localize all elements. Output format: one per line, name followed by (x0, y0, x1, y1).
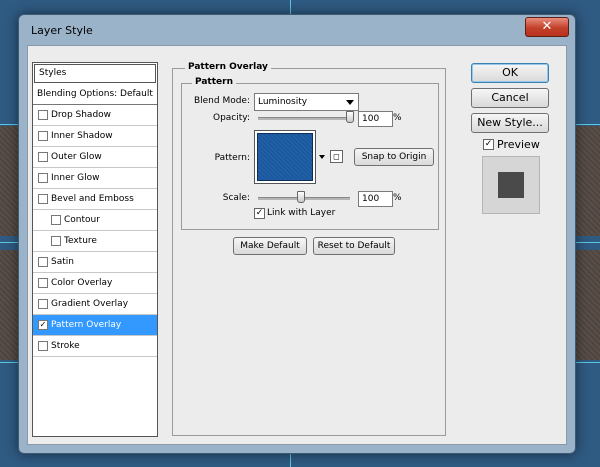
style-item-checkbox[interactable] (38, 152, 48, 162)
make-default-button[interactable]: Make Default (233, 237, 307, 255)
style-item-checkbox[interactable] (38, 173, 48, 183)
preview-checkbox[interactable]: ✓ (483, 139, 494, 150)
style-item-label: Stroke (51, 341, 80, 351)
pattern-label: Pattern: (214, 153, 250, 163)
style-item-outer-glow[interactable]: Outer Glow (33, 147, 157, 168)
new-preset-icon[interactable]: ◻ (330, 150, 343, 163)
style-item-color-overlay[interactable]: Color Overlay (33, 273, 157, 294)
style-item-contour[interactable]: Contour (33, 210, 157, 231)
style-item-inner-shadow[interactable]: Inner Shadow (33, 126, 157, 147)
style-item-checkbox[interactable] (38, 278, 48, 288)
opacity-input[interactable]: 100 (358, 111, 393, 127)
pattern-overlay-group-title: Pattern Overlay (185, 62, 271, 72)
style-item-checkbox[interactable] (38, 341, 48, 351)
style-item-label: Inner Glow (51, 173, 100, 183)
styles-list-panel: Styles Blending Options: Default Drop Sh… (32, 62, 158, 437)
blend-mode-value: Luminosity (258, 97, 308, 107)
style-item-checkbox[interactable] (38, 110, 48, 120)
scale-slider-thumb[interactable] (297, 191, 306, 203)
link-with-layer-checkbox[interactable]: ✓ (254, 208, 265, 219)
opacity-unit: % (393, 113, 402, 123)
chevron-down-icon (346, 100, 354, 105)
style-item-inner-glow[interactable]: Inner Glow (33, 168, 157, 189)
new-style-button[interactable]: New Style... (471, 113, 549, 133)
style-item-label: Outer Glow (51, 152, 102, 162)
opacity-slider-track[interactable] (258, 117, 350, 120)
ok-button[interactable]: OK (471, 63, 549, 83)
style-item-checkbox[interactable] (51, 236, 61, 246)
scale-label: Scale: (222, 193, 250, 203)
pattern-dropdown-arrow-icon[interactable] (319, 155, 325, 159)
blend-mode-select[interactable]: Luminosity (254, 93, 359, 111)
style-item-label: Pattern Overlay (51, 320, 122, 330)
style-item-label: Gradient Overlay (51, 299, 129, 309)
reset-to-default-button[interactable]: Reset to Default (313, 237, 395, 255)
style-item-label: Texture (64, 236, 97, 246)
style-item-checkbox[interactable] (38, 257, 48, 267)
pattern-overlay-group: Pattern Overlay Pattern Blend Mode: Lumi… (172, 62, 446, 436)
scale-input[interactable]: 100 (358, 191, 393, 207)
blending-options-item[interactable]: Blending Options: Default (33, 84, 157, 105)
opacity-slider-thumb[interactable] (346, 111, 354, 123)
style-preview (482, 156, 540, 214)
scale-unit: % (393, 193, 402, 203)
style-item-satin[interactable]: Satin (33, 252, 157, 273)
style-item-label: Color Overlay (51, 278, 113, 288)
dialog-client-area: Styles Blending Options: Default Drop Sh… (27, 45, 567, 445)
link-with-layer-label[interactable]: Link with Layer (267, 208, 335, 218)
preview-label[interactable]: Preview (497, 138, 540, 151)
cancel-button[interactable]: Cancel (471, 88, 549, 108)
style-item-gradient-overlay[interactable]: Gradient Overlay (33, 294, 157, 315)
blend-mode-label: Blend Mode: (193, 96, 250, 106)
style-item-label: Bevel and Emboss (51, 194, 134, 204)
layer-style-dialog: Layer Style ✕ Styles Blending Options: D… (18, 14, 576, 454)
pattern-picker-swatch[interactable] (254, 130, 316, 184)
styles-header[interactable]: Styles (34, 64, 156, 83)
opacity-label: Opacity: (213, 113, 250, 123)
style-item-checkbox[interactable] (38, 194, 48, 204)
dialog-title: Layer Style (31, 24, 93, 37)
title-bar[interactable]: Layer Style ✕ (19, 15, 575, 45)
style-item-checkbox[interactable] (51, 215, 61, 225)
pattern-preview (257, 133, 313, 181)
style-item-label: Inner Shadow (51, 131, 113, 141)
style-item-pattern-overlay[interactable]: ✓ Pattern Overlay (33, 315, 157, 336)
style-item-drop-shadow[interactable]: Drop Shadow (33, 105, 157, 126)
style-item-label: Drop Shadow (51, 110, 112, 120)
close-button[interactable]: ✕ (525, 17, 569, 37)
snap-to-origin-button[interactable]: Snap to Origin (354, 148, 434, 166)
style-item-checkbox[interactable] (38, 131, 48, 141)
style-item-label: Satin (51, 257, 74, 267)
pattern-subgroup-title: Pattern (192, 77, 236, 87)
pattern-subgroup: Pattern Blend Mode: Luminosity Opacity: … (181, 77, 439, 230)
styles-items-list: Drop Shadow Inner Shadow Outer Glow Inner G… (33, 105, 157, 357)
style-item-label: Contour (64, 215, 100, 225)
style-item-stroke[interactable]: Stroke (33, 336, 157, 357)
style-item-bevel-and-emboss[interactable]: Bevel and Emboss (33, 189, 157, 210)
style-item-checkbox[interactable] (38, 299, 48, 309)
preview-swatch (498, 172, 524, 198)
style-item-checkbox[interactable]: ✓ (38, 320, 48, 330)
style-item-texture[interactable]: Texture (33, 231, 157, 252)
